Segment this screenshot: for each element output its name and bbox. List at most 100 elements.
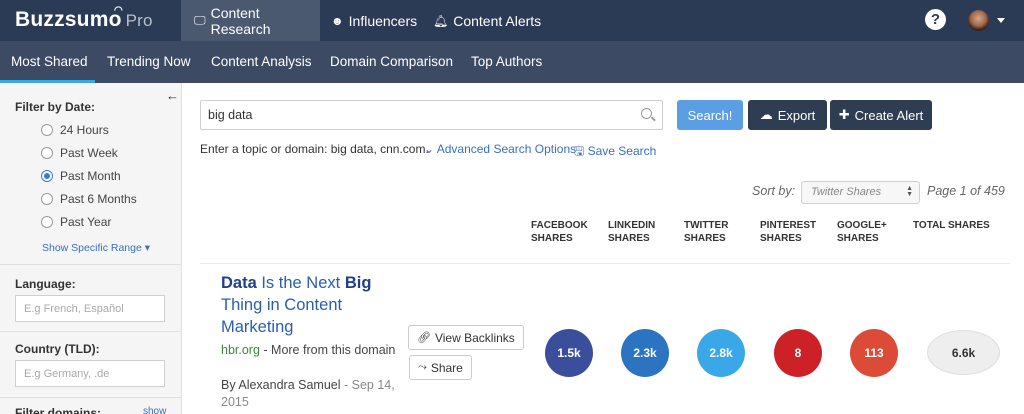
language-title: Language: bbox=[15, 277, 76, 291]
laptop-icon: 🖵 bbox=[194, 13, 206, 27]
sort-select[interactable]: Twitter Shares ▲ ▼ bbox=[801, 181, 920, 204]
nav-influencers-label: Influencers bbox=[348, 12, 418, 29]
create-alert-button-label: Create Alert bbox=[854, 107, 924, 123]
col-total-shares[interactable]: TOTAL SHARES bbox=[913, 219, 1003, 232]
cloud-upload-icon: ☁ bbox=[759, 107, 773, 122]
col-googleplus-shares[interactable]: GOOGLE+ SHARES bbox=[837, 219, 907, 245]
date-option-label: Past Year bbox=[60, 215, 112, 229]
country-input[interactable] bbox=[15, 360, 165, 387]
date-option-24-hours[interactable]: 24 Hours bbox=[41, 122, 109, 138]
radio-past-year[interactable] bbox=[41, 216, 53, 228]
nav-content-alerts[interactable]: 🔔︎ Content Alerts bbox=[433, 0, 541, 41]
date-option-label: Past Week bbox=[60, 146, 118, 160]
googleplus-shares-count[interactable]: 113 bbox=[850, 329, 898, 377]
date-filter-title: Filter by Date: bbox=[15, 100, 96, 114]
result-author: By Alexandra Samuel - Sep 14, 2015 bbox=[221, 377, 401, 411]
date-option-past-6-months[interactable]: Past 6 Months bbox=[41, 191, 137, 207]
brand-tier: Pro bbox=[125, 11, 153, 30]
date-option-past-year[interactable]: Past Year bbox=[41, 214, 111, 230]
divider bbox=[200, 263, 1010, 264]
brand-logo[interactable]: Buzzsumo Pro ◠ bbox=[15, 5, 153, 32]
tab-content-analysis[interactable]: Content Analysis bbox=[211, 41, 312, 83]
total-shares-count: 6.6k bbox=[927, 330, 1000, 375]
help-icon[interactable]: ? bbox=[925, 9, 946, 30]
filter-sidebar: ← Filter by Date: 24 Hours Past Week Pas… bbox=[0, 83, 182, 414]
highlight-term: Big bbox=[344, 274, 372, 292]
nav-content-alerts-label: Content Alerts bbox=[453, 12, 542, 29]
brand-name: Buzzsumo bbox=[15, 8, 122, 31]
export-button[interactable]: ☁ Export bbox=[748, 100, 827, 130]
sort-label: Sort by: bbox=[752, 184, 796, 198]
divider bbox=[0, 264, 182, 265]
title-text: Thing in Content Marketing bbox=[221, 296, 343, 336]
col-facebook-shares[interactable]: FACEBOOK SHARES bbox=[531, 219, 601, 245]
search-hint: Enter a topic or domain: big data, cnn.c… bbox=[200, 142, 429, 156]
divider bbox=[0, 331, 182, 332]
date-option-label: 24 Hours bbox=[60, 123, 109, 137]
nav-influencers[interactable]: ☻ Influencers bbox=[331, 0, 417, 41]
search-button-label: Search! bbox=[687, 107, 733, 123]
signal-icon: ◠ bbox=[114, 5, 123, 16]
save-icon: 🖫︎ bbox=[574, 144, 585, 158]
result-title-link[interactable]: Data Is the Next Big Thing in Content Ma… bbox=[221, 272, 391, 338]
advanced-search-link[interactable]: ⌄ Advanced Search Options bbox=[424, 142, 576, 156]
radio-past-month[interactable] bbox=[41, 170, 53, 182]
divider bbox=[0, 397, 182, 398]
col-twitter-shares[interactable]: TWITTER SHARES bbox=[684, 219, 754, 245]
save-search-label: Save Search bbox=[587, 144, 657, 158]
filter-domains-show-link[interactable]: show bbox=[143, 406, 166, 414]
avatar[interactable] bbox=[968, 10, 989, 31]
arrow-left-icon[interactable]: ← bbox=[166, 88, 179, 103]
share-label: Share bbox=[430, 360, 463, 375]
col-pinterest-shares[interactable]: PINTEREST SHARES bbox=[760, 219, 830, 245]
sub-navbar: Most Shared Trending Now Content Analysi… bbox=[0, 41, 1024, 83]
highlight-term: Data bbox=[221, 274, 257, 292]
show-specific-range-link[interactable]: Show Specific Range ▾ bbox=[42, 242, 150, 254]
pinterest-shares-count[interactable]: 8 bbox=[774, 329, 822, 377]
tab-most-shared[interactable]: Most Shared bbox=[0, 41, 95, 83]
radio-past-6-months[interactable] bbox=[41, 193, 53, 205]
result-domain: hbr.org - More from this domain bbox=[221, 342, 396, 359]
twitter-shares-count[interactable]: 2.8k bbox=[697, 329, 745, 377]
author-name-link[interactable]: By Alexandra Samuel bbox=[221, 378, 341, 392]
search-icon[interactable] bbox=[641, 108, 652, 119]
facebook-shares-count[interactable]: 1.5k bbox=[545, 329, 593, 377]
share-icon: ⤳ bbox=[418, 361, 427, 373]
radio-24-hours[interactable] bbox=[41, 124, 53, 136]
bell-icon: 🔔︎ bbox=[433, 13, 449, 28]
linkedin-shares-count[interactable]: 2.3k bbox=[621, 329, 669, 377]
radio-past-week[interactable] bbox=[41, 147, 53, 159]
top-navbar: Buzzsumo Pro ◠ 🖵 Content Research ☻ Influ… bbox=[0, 0, 1024, 41]
search-input[interactable] bbox=[200, 100, 663, 130]
country-title: Country (TLD): bbox=[15, 342, 100, 356]
more-from-domain-link[interactable]: - More from this domain bbox=[260, 343, 395, 357]
plus-icon: ✚ bbox=[838, 107, 850, 122]
tab-trending-now[interactable]: Trending Now bbox=[107, 41, 191, 83]
search-button[interactable]: Search! bbox=[677, 100, 743, 130]
filter-domains-title: Filter domains: bbox=[15, 406, 102, 414]
users-icon: ☻ bbox=[331, 13, 344, 28]
create-alert-button[interactable]: ✚ Create Alert bbox=[830, 100, 932, 130]
nav-content-research-label: Content Research bbox=[210, 4, 271, 37]
page-info: Page 1 of 459 bbox=[927, 184, 1005, 198]
share-button[interactable]: ⤳ Share bbox=[409, 355, 472, 380]
date-option-past-month[interactable]: Past Month bbox=[41, 168, 121, 184]
export-button-label: Export bbox=[777, 107, 816, 123]
save-search-link[interactable]: 🖫︎ Save Search bbox=[574, 142, 656, 163]
link-icon: 🔗︎ bbox=[417, 332, 431, 344]
date-option-label: Past 6 Months bbox=[60, 192, 137, 206]
date-option-label: Past Month bbox=[60, 169, 121, 183]
advanced-search-label: Advanced Search Options bbox=[436, 142, 577, 156]
nav-content-research[interactable]: 🖵 Content Research bbox=[181, 0, 320, 41]
col-linkedin-shares[interactable]: LINKEDIN SHARES bbox=[608, 219, 678, 245]
tab-domain-comparison[interactable]: Domain Comparison bbox=[330, 41, 453, 83]
view-backlinks-button[interactable]: 🔗︎ View Backlinks bbox=[408, 325, 524, 350]
select-arrows-icon: ▲ ▼ bbox=[906, 185, 913, 198]
date-option-past-week[interactable]: Past Week bbox=[41, 145, 118, 161]
view-backlinks-label: View Backlinks bbox=[434, 330, 515, 345]
result-domain-link[interactable]: hbr.org bbox=[221, 343, 260, 357]
tab-top-authors[interactable]: Top Authors bbox=[471, 41, 542, 83]
sort-selected-value: Twitter Shares bbox=[811, 186, 882, 198]
language-input[interactable] bbox=[15, 295, 165, 322]
chevron-down-icon[interactable] bbox=[997, 18, 1005, 23]
